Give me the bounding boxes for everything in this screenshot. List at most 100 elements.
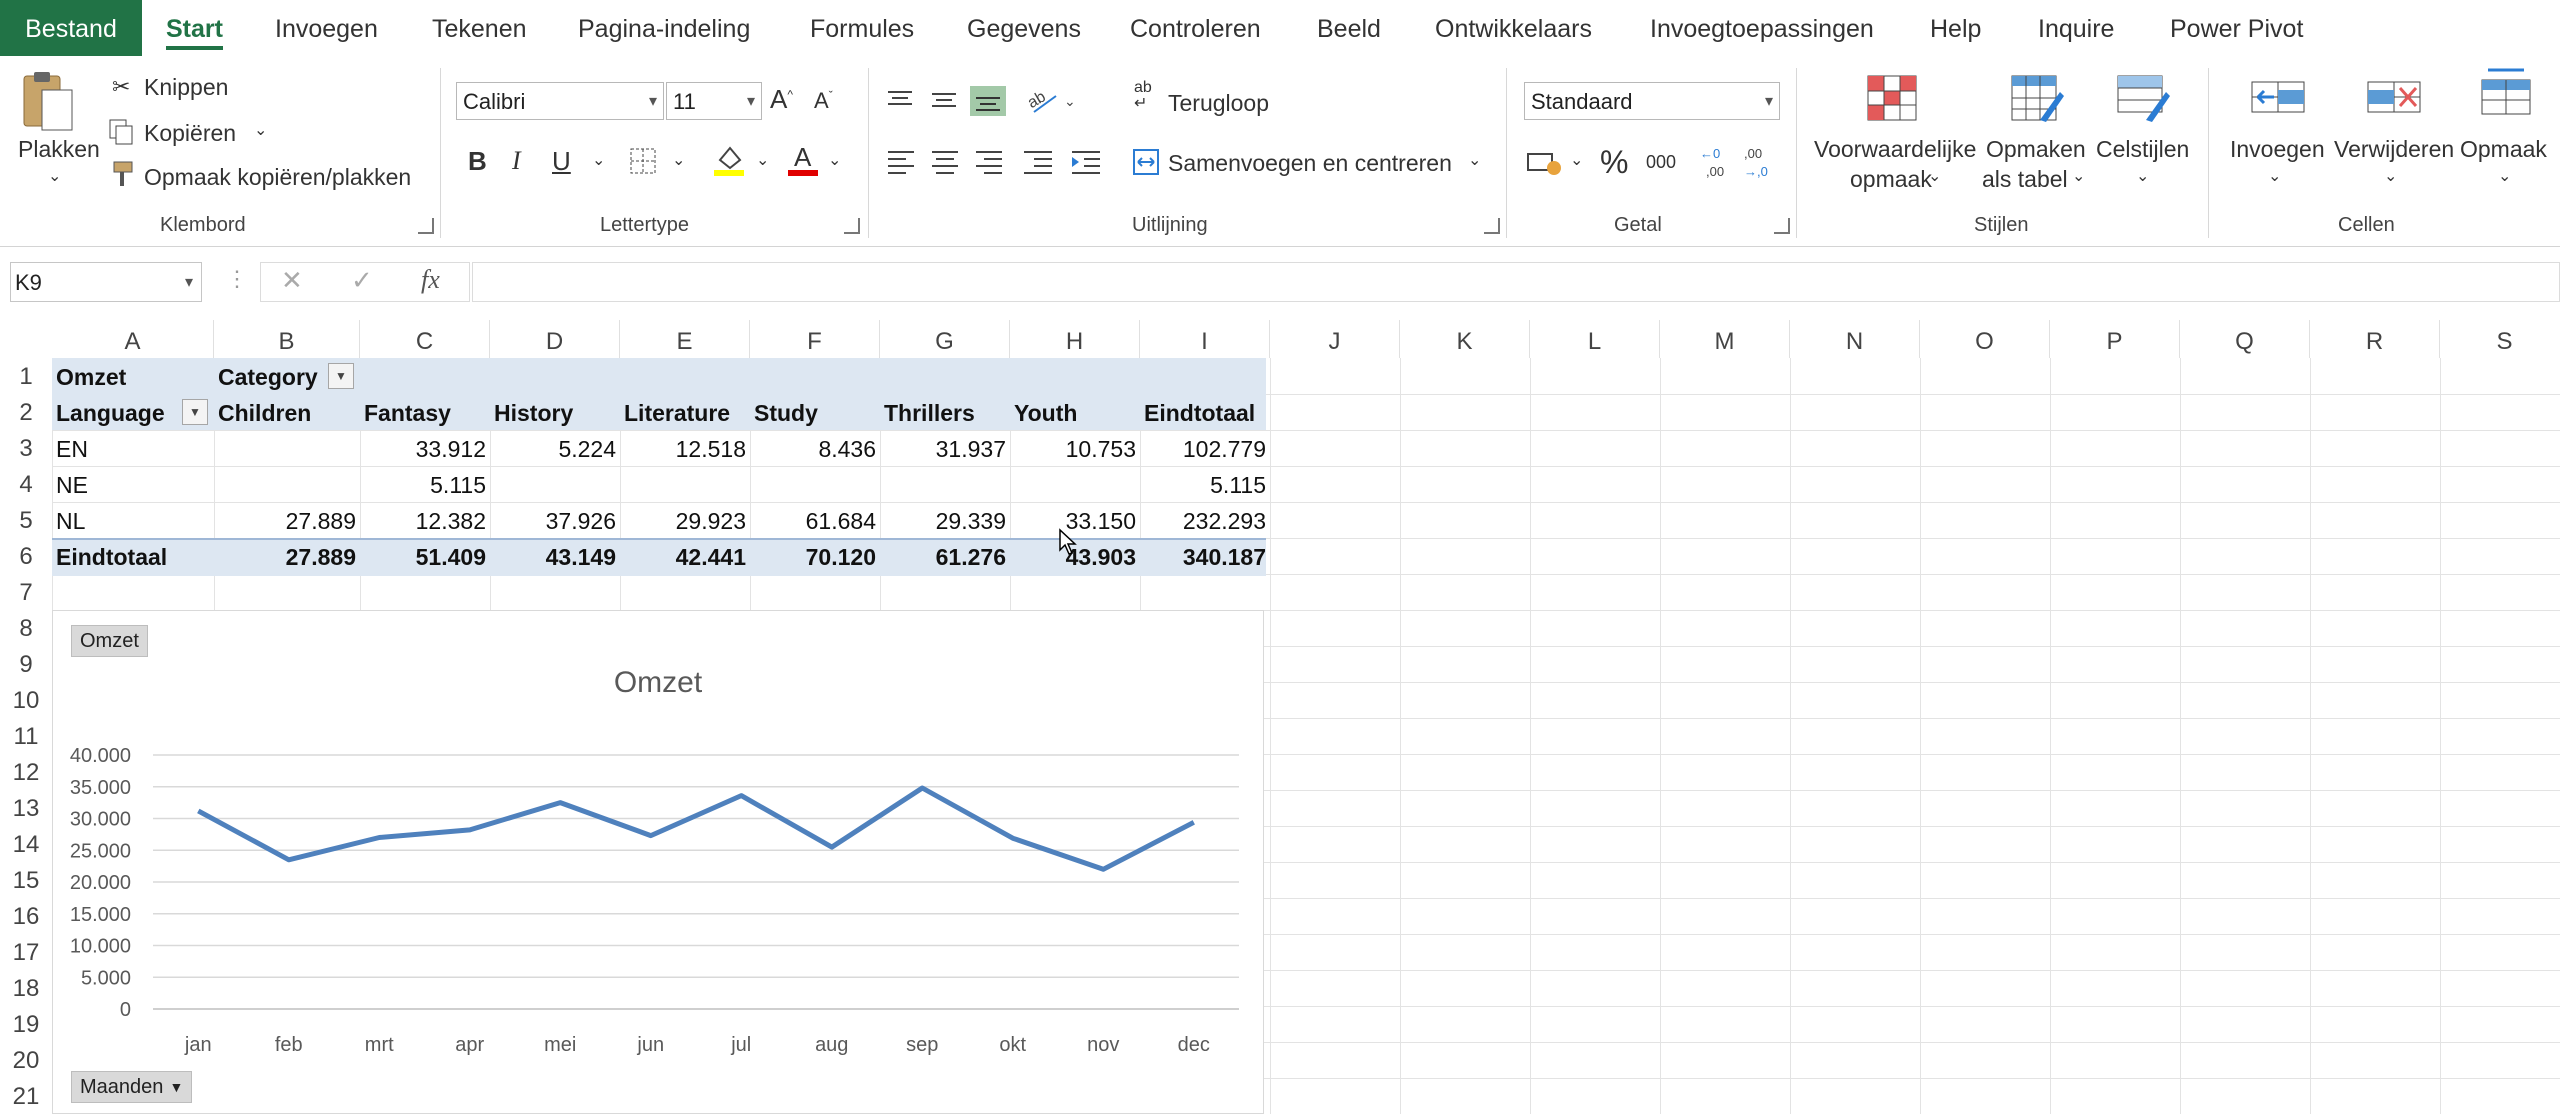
pivot-row-label[interactable]: Eindtotaal: [52, 538, 214, 574]
pivot-values-label[interactable]: Omzet: [52, 358, 214, 394]
pivot-chart[interactable]: Omzet Omzet 0 5.000 10.000 15.000 20.000 25.0…: [52, 610, 1264, 1114]
font-color-icon[interactable]: A: [786, 142, 820, 178]
bold-button[interactable]: B: [468, 146, 487, 177]
pivot-value-cell[interactable]: 5.115: [1140, 466, 1270, 502]
pivot-col-header[interactable]: Thrillers: [880, 394, 1010, 430]
row-header-14[interactable]: 14: [0, 826, 52, 862]
pivot-value-cell[interactable]: 8.436: [750, 430, 880, 466]
tab-invoegen[interactable]: Invoegen: [275, 0, 378, 56]
cancel-icon[interactable]: ✕: [281, 265, 303, 296]
column-header-p[interactable]: P: [2050, 320, 2180, 358]
category-filter-button[interactable]: ▼: [328, 363, 354, 389]
fill-color-icon[interactable]: [712, 142, 746, 178]
pivot-value-cell[interactable]: [880, 466, 1010, 502]
underline-chevron-icon[interactable]: ⌄: [592, 150, 605, 170]
pivot-col-header[interactable]: Literature: [620, 394, 750, 430]
pivot-value-cell[interactable]: 29.923: [620, 502, 750, 538]
column-header-a[interactable]: A: [52, 320, 214, 358]
tab-pagina-indeling[interactable]: Pagina-indeling: [578, 0, 750, 56]
column-header-b[interactable]: B: [214, 320, 360, 358]
alignment-launcher-icon[interactable]: [1484, 218, 1500, 234]
column-header-q[interactable]: Q: [2180, 320, 2310, 358]
column-header-l[interactable]: L: [1530, 320, 1660, 358]
row-header-11[interactable]: 11: [0, 718, 52, 754]
pivot-value-cell[interactable]: 51.409: [360, 538, 490, 574]
pivot-value-cell[interactable]: [214, 430, 360, 466]
number-launcher-icon[interactable]: [1774, 218, 1790, 234]
orientation-icon[interactable]: ab ⌄: [1026, 86, 1080, 116]
column-header-k[interactable]: K: [1400, 320, 1530, 358]
pivot-value-cell[interactable]: [214, 466, 360, 502]
vertical-align-icons[interactable]: [886, 86, 1006, 116]
column-header-g[interactable]: G: [880, 320, 1010, 358]
row-header-9[interactable]: 9: [0, 646, 52, 682]
row-header-10[interactable]: 10: [0, 682, 52, 718]
pivot-value-cell[interactable]: 37.926: [490, 502, 620, 538]
pivot-col-header[interactable]: Study: [750, 394, 880, 430]
pivot-column-field-label[interactable]: Category: [214, 358, 344, 394]
row-header-5[interactable]: 5: [0, 502, 52, 538]
increase-font-icon[interactable]: A^: [770, 84, 793, 115]
pivot-value-cell[interactable]: 232.293: [1140, 502, 1270, 538]
pivot-value-cell[interactable]: 5.115: [360, 466, 490, 502]
decimal-places-icons[interactable]: ←0 ,00 ,00 →,0: [1698, 144, 1778, 180]
pivot-value-cell[interactable]: [490, 466, 620, 502]
row-header-17[interactable]: 17: [0, 934, 52, 970]
pivot-col-header[interactable]: Youth: [1010, 394, 1140, 430]
pivot-value-cell[interactable]: 340.187: [1140, 538, 1270, 574]
row-header-18[interactable]: 18: [0, 970, 52, 1006]
clipboard-launcher-icon[interactable]: [418, 218, 434, 234]
font-name-select[interactable]: Calibri ▾: [456, 82, 664, 120]
pivot-value-cell[interactable]: 31.937: [880, 430, 1010, 466]
column-header-e[interactable]: E: [620, 320, 750, 358]
tab-tekenen[interactable]: Tekenen: [432, 0, 527, 56]
font-color-chevron-icon[interactable]: ⌄: [828, 150, 841, 170]
tab-power-pivot[interactable]: Power Pivot: [2170, 0, 2303, 56]
column-header-s[interactable]: S: [2440, 320, 2560, 358]
font-size-select[interactable]: 11 ▾: [666, 82, 762, 120]
insert-function-icon[interactable]: fx: [421, 265, 440, 295]
tab-help[interactable]: Help: [1930, 0, 1981, 56]
increase-indent-icon[interactable]: [1070, 146, 1104, 176]
horizontal-align-icons[interactable]: [886, 146, 1056, 176]
chart-axis-field-button[interactable]: Maanden ▼: [71, 1071, 193, 1103]
tab-invoegtoepassingen[interactable]: Invoegtoepassingen: [1650, 0, 1874, 56]
column-header-f[interactable]: F: [750, 320, 880, 358]
tab-formules[interactable]: Formules: [810, 0, 914, 56]
pivot-value-cell[interactable]: 5.224: [490, 430, 620, 466]
pivot-row-label[interactable]: EN: [52, 430, 214, 466]
row-header-20[interactable]: 20: [0, 1042, 52, 1078]
row-header-7[interactable]: 7: [0, 574, 52, 610]
pivot-value-cell[interactable]: 61.276: [880, 538, 1010, 574]
percent-button[interactable]: %: [1600, 144, 1628, 181]
row-header-12[interactable]: 12: [0, 754, 52, 790]
tab-beeld[interactable]: Beeld: [1317, 0, 1381, 56]
more-options-icon[interactable]: ⋮: [226, 266, 248, 292]
formula-input[interactable]: [472, 262, 2560, 302]
row-header-4[interactable]: 4: [0, 466, 52, 502]
thousands-button[interactable]: 000: [1646, 152, 1676, 173]
currency-chevron-icon[interactable]: ⌄: [1570, 150, 1583, 170]
tab-bestand[interactable]: Bestand: [0, 0, 142, 56]
row-header-19[interactable]: 19: [0, 1006, 52, 1042]
pivot-value-cell[interactable]: [750, 466, 880, 502]
pivot-value-cell[interactable]: 27.889: [214, 538, 360, 574]
pivot-value-cell[interactable]: 27.889: [214, 502, 360, 538]
column-header-i[interactable]: I: [1140, 320, 1270, 358]
column-header-r[interactable]: R: [2310, 320, 2440, 358]
font-launcher-icon[interactable]: [844, 218, 860, 234]
pivot-row-label[interactable]: NL: [52, 502, 214, 538]
column-header-c[interactable]: C: [360, 320, 490, 358]
pivot-value-cell[interactable]: 33.912: [360, 430, 490, 466]
pivot-col-header[interactable]: History: [490, 394, 620, 430]
tab-ontwikkelaars[interactable]: Ontwikkelaars: [1435, 0, 1592, 56]
pivot-value-cell[interactable]: 12.382: [360, 502, 490, 538]
pivot-value-cell[interactable]: [620, 466, 750, 502]
pivot-value-cell[interactable]: 42.441: [620, 538, 750, 574]
pivot-value-cell[interactable]: 10.753: [1010, 430, 1140, 466]
borders-chevron-icon[interactable]: ⌄: [672, 150, 685, 170]
row-header-6[interactable]: 6: [0, 538, 52, 574]
pivot-col-header[interactable]: Fantasy: [360, 394, 490, 430]
column-header-m[interactable]: M: [1660, 320, 1790, 358]
column-header-o[interactable]: O: [1920, 320, 2050, 358]
